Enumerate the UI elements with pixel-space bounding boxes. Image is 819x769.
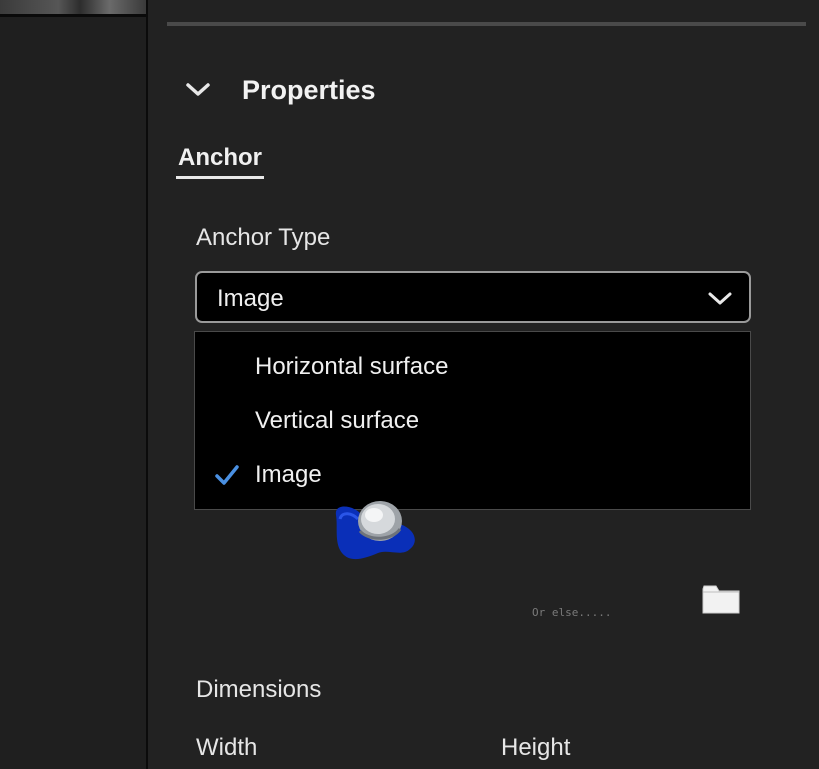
dimensions-label: Dimensions	[196, 676, 322, 703]
left-panel	[0, 0, 146, 769]
anchor-type-value: Image	[217, 285, 284, 312]
thumbnail-border	[0, 14, 146, 17]
menu-item-label: Horizontal surface	[255, 353, 449, 380]
anchor-type-select[interactable]: Image	[195, 271, 751, 323]
anchor-image-preview[interactable]	[330, 497, 422, 563]
chevron-down-icon[interactable]	[184, 76, 212, 104]
anchor-type-label: Anchor Type	[196, 224, 331, 251]
image-hint-text: Or else.....	[532, 606, 612, 619]
properties-section-header[interactable]: Properties	[184, 68, 376, 112]
app-window: Properties Anchor Anchor Type Image Hori…	[0, 0, 819, 769]
panel-top-rule	[167, 22, 806, 26]
viewport-thumbnail	[0, 0, 146, 14]
menu-item-horizontal-surface[interactable]: Horizontal surface	[195, 342, 750, 396]
section-title: Properties	[242, 74, 376, 105]
chevron-down-icon	[707, 287, 733, 309]
folder-icon[interactable]	[702, 584, 740, 614]
menu-item-vertical-surface[interactable]: Vertical surface	[195, 396, 750, 450]
checkmark-icon	[215, 464, 239, 486]
menu-item-label: Image	[255, 461, 322, 488]
height-label: Height	[501, 734, 571, 761]
anchor-type-dropdown-menu: Horizontal surface Vertical surface Imag…	[194, 331, 751, 510]
tab-anchor[interactable]: Anchor	[176, 144, 264, 179]
menu-item-image[interactable]: Image	[195, 450, 750, 504]
width-label: Width	[196, 734, 258, 761]
menu-item-label: Vertical surface	[255, 407, 420, 434]
